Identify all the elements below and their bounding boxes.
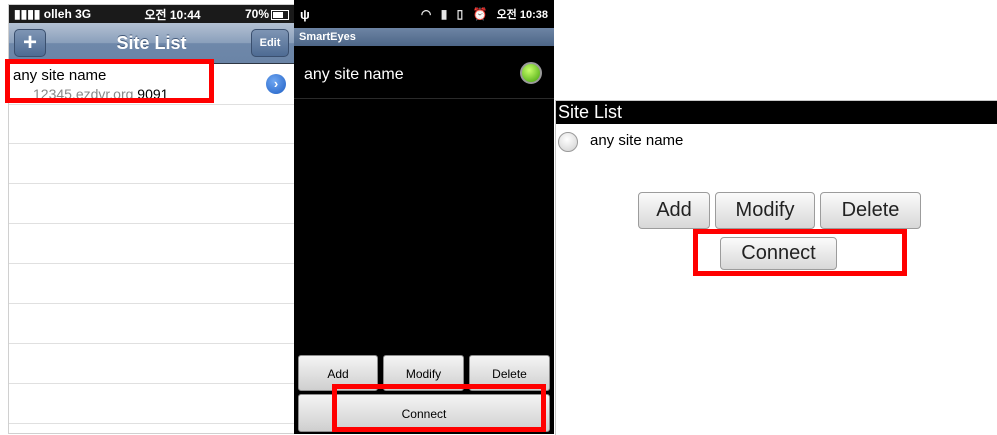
status-time: 오전 10:44 <box>144 7 201 22</box>
add-button[interactable]: Add <box>298 355 378 391</box>
modify-button[interactable]: Modify <box>715 192 815 229</box>
ios-navigation-bar: + Site List Edit <box>9 23 294 64</box>
signal-icon: ▮ <box>440 7 451 21</box>
desktop-site-list-panel: Site List any site name Add Modify Delet… <box>555 100 997 435</box>
android-status-bar: ψ ◠ ▮ ▯ ⏰ 오전 10:38 <box>294 0 554 28</box>
battery-icon <box>271 9 289 20</box>
status-led-icon <box>520 62 542 84</box>
modify-button[interactable]: Modify <box>383 355 464 391</box>
radio-button[interactable] <box>558 132 578 152</box>
app-title: SmartEyes <box>294 28 554 46</box>
site-port: 9091 <box>137 86 169 102</box>
add-button[interactable]: Add <box>638 192 710 229</box>
delete-button[interactable]: Delete <box>820 192 921 229</box>
connect-button[interactable]: Connect <box>298 394 550 432</box>
ios-screen: ▮▮▮▮ olleh 3G 오전 10:44 70% + Site List E… <box>8 4 295 434</box>
delete-button[interactable]: Delete <box>469 355 550 391</box>
edit-button[interactable]: Edit <box>251 29 289 57</box>
signal-icon: ▮▮▮▮ <box>14 7 41 21</box>
list-item[interactable]: any site name 12345.ezdvr.org 9091 › <box>9 64 294 105</box>
panel-title: Site List <box>556 101 997 124</box>
alarm-icon: ⏰ <box>472 7 491 21</box>
site-name: any site name <box>590 132 684 149</box>
usb-icon: ψ <box>300 6 310 22</box>
site-name: any site name <box>13 67 107 84</box>
carrier-label: ▮▮▮▮ olleh 3G <box>14 7 92 21</box>
connect-button[interactable]: Connect <box>720 237 837 270</box>
list-item[interactable]: any site name <box>556 124 997 154</box>
chevron-right-circle-icon[interactable]: › <box>266 74 286 94</box>
ios-status-bar: ▮▮▮▮ olleh 3G 오전 10:44 70% <box>9 5 294 23</box>
list-item[interactable]: any site name <box>294 46 554 99</box>
site-list: any site name 12345.ezdvr.org 9091 › <box>9 64 294 433</box>
android-screen: ψ ◠ ▮ ▯ ⏰ 오전 10:38 SmartEyes any site na… <box>294 0 554 434</box>
battery-icon: ▯ <box>456 7 467 21</box>
site-name: any site name <box>304 66 404 83</box>
status-icons: ◠ ▮ ▯ ⏰ <box>314 7 491 21</box>
status-time: 오전 10:38 <box>496 9 548 21</box>
battery-indicator: 70% <box>231 7 289 21</box>
site-host: 12345.ezdvr.org <box>33 86 134 102</box>
wifi-icon: ◠ <box>420 7 435 21</box>
site-address: 12345.ezdvr.org 9091 <box>33 86 168 102</box>
